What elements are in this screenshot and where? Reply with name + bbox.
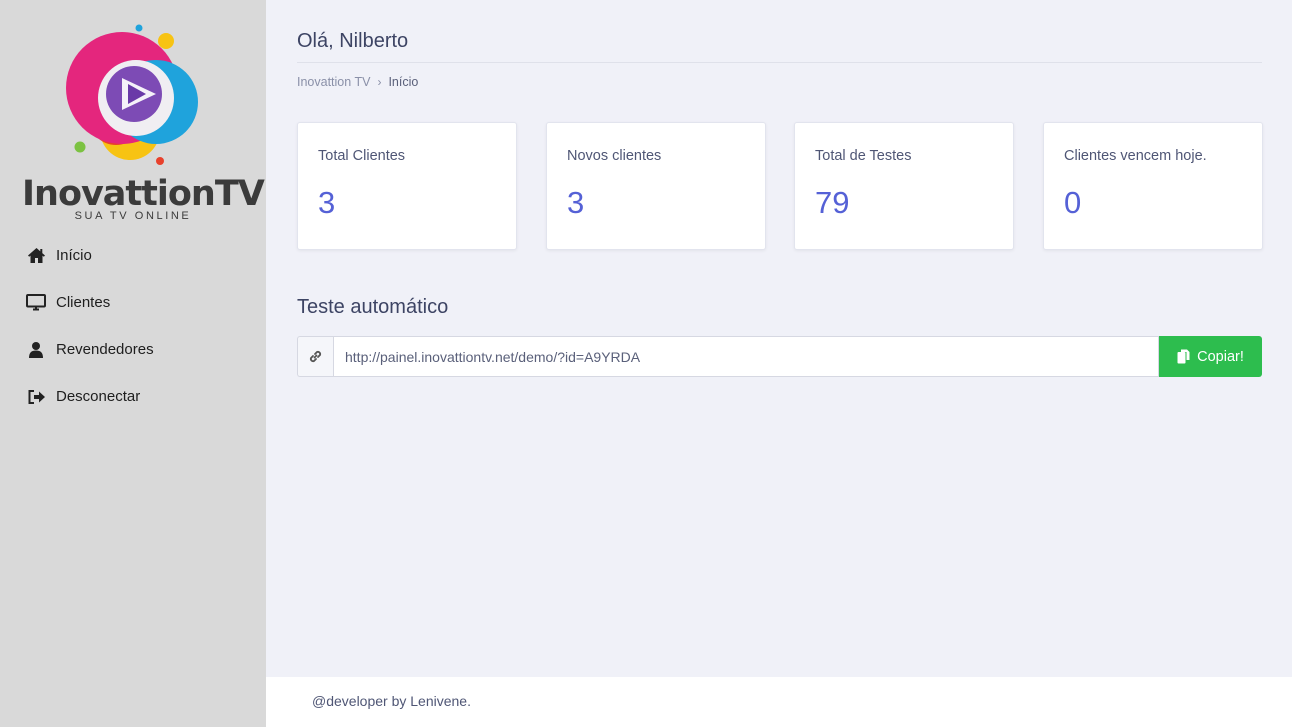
auto-test-url-input[interactable] [333, 336, 1159, 377]
logo-mark-icon [66, 24, 198, 165]
title-divider [297, 62, 1262, 63]
stat-card-value: 79 [815, 185, 850, 220]
monitor-icon [26, 293, 46, 313]
stat-card-title: Total de Testes [815, 148, 912, 164]
breadcrumb-home-link[interactable]: Inovattion TV [297, 75, 370, 89]
sidebar-item-inicio[interactable]: Início [0, 232, 266, 279]
stat-card-title: Clientes vencem hoje. [1064, 148, 1207, 164]
stat-card-total-clientes: Total Clientes 3 [297, 122, 517, 250]
sidebar-item-clientes[interactable]: Clientes [0, 279, 266, 326]
brand-tagline: SUA TV ONLINE [74, 210, 192, 222]
sign-out-icon [26, 387, 46, 407]
stat-card-value: 3 [567, 185, 585, 220]
section-title-teste-automatico: Teste automático [297, 296, 449, 318]
page-title: Olá, Nilberto [297, 30, 409, 52]
chevron-right-icon: › [377, 75, 382, 89]
breadcrumb-current: Início [388, 75, 419, 89]
sidebar-item-revendedores[interactable]: Revendedores [0, 326, 266, 373]
link-icon [297, 336, 333, 377]
sidebar-item-label: Revendedores [56, 341, 154, 358]
sidebar-item-label: Início [56, 247, 92, 264]
copy-button-label: Copiar! [1197, 348, 1244, 365]
copy-button[interactable]: Copiar! [1159, 336, 1262, 377]
sidebar-item-label: Desconectar [56, 388, 141, 405]
auto-test-link-group: Copiar! [297, 336, 1262, 377]
main-content: Olá, Nilberto Inovattion TV › Início Tot… [266, 0, 1292, 677]
stat-card-title: Total Clientes [318, 148, 406, 164]
copy-icon [1177, 349, 1190, 364]
footer-credit: @developer by Lenivene. [312, 693, 471, 709]
sidebar-item-label: Clientes [56, 294, 111, 311]
footer: @developer by Lenivene. [266, 677, 1292, 727]
stat-card-title: Novos clientes [567, 148, 662, 164]
brand-logo[interactable]: InovattionTV SUA TV ONLINE [22, 18, 265, 228]
stat-card-vencem-hoje: Clientes vencem hoje. 0 [1043, 122, 1263, 250]
stat-card-value: 3 [318, 185, 336, 220]
user-icon [26, 340, 46, 360]
sidebar-nav: Início Clientes Revendedores Desconectar [0, 232, 266, 420]
stat-card-novos-clientes: Novos clientes 3 [546, 122, 766, 250]
stat-card-value: 0 [1064, 185, 1082, 220]
brand-name: InovattionTV [22, 174, 265, 214]
sidebar: InovattionTV SUA TV ONLINE Início Client… [0, 0, 266, 727]
home-icon [26, 246, 46, 266]
breadcrumb: Inovattion TV › Início [297, 75, 418, 89]
stat-card-total-testes: Total de Testes 79 [794, 122, 1014, 250]
sidebar-item-desconectar[interactable]: Desconectar [0, 373, 266, 420]
